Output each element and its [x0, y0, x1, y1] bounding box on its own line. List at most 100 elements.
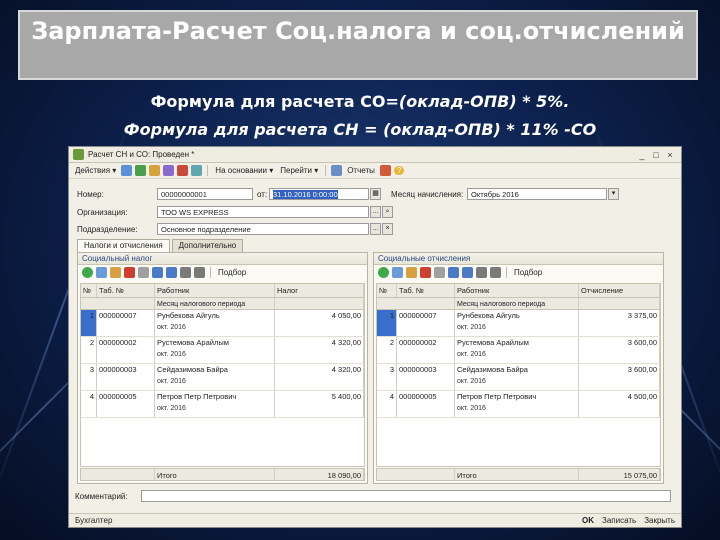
dept-row: Подразделение: Основное подразделение … …: [77, 222, 393, 236]
table-row[interactable]: 3 000000003 Сейдазимова Байра окт. 2016 …: [377, 364, 660, 391]
subheader-spacer: [579, 298, 660, 309]
save-button[interactable]: Записать: [602, 516, 636, 525]
add-row-icon[interactable]: [378, 266, 389, 278]
col-employee[interactable]: Работник: [455, 284, 579, 297]
cell-tab: 000000003: [397, 364, 455, 390]
col-tab-number[interactable]: Таб. №: [97, 284, 155, 297]
comment-label: Комментарий:: [75, 491, 128, 501]
col-employee[interactable]: Работник: [155, 284, 275, 297]
cell-contribution: 3 600,00: [579, 337, 660, 363]
minimize-button[interactable]: _: [635, 149, 649, 161]
delete-row-icon[interactable]: [124, 266, 135, 278]
maximize-button[interactable]: □: [649, 149, 663, 161]
col-number[interactable]: №: [377, 284, 397, 297]
col-tax-period: Месяц налогового периода: [155, 298, 275, 309]
cell-number: 1: [81, 310, 97, 336]
table-row[interactable]: 1 000000007 Рунбекова Айгуль окт. 2016 3…: [377, 310, 660, 337]
col-contribution[interactable]: Отчисление: [579, 284, 660, 297]
pick-button[interactable]: Подбор: [216, 268, 248, 277]
formula-co-prefix: Формула для расчета СО=: [150, 92, 399, 111]
sort-asc-icon[interactable]: [180, 266, 191, 278]
social-tax-toolbar: Подбор: [78, 265, 367, 279]
tab-taxes[interactable]: Налоги и отчисления: [77, 239, 170, 252]
close-window-button[interactable]: Закрыть: [644, 516, 675, 525]
month-field[interactable]: Октябрь 2016: [467, 188, 607, 200]
org-row: Организация: ТОО WS EXPRESS … ⌕: [77, 205, 393, 219]
org-select-button[interactable]: …: [370, 206, 381, 218]
reports-button[interactable]: Отчеты: [345, 166, 377, 175]
copy-row-icon[interactable]: [96, 266, 107, 278]
employee-month: окт. 2016: [157, 405, 186, 412]
help-button[interactable]: ?: [393, 166, 405, 175]
toolbar-separator: [506, 266, 507, 278]
cell-employee: Сейдазимова Байра окт. 2016: [155, 364, 275, 390]
subheader-spacer: [275, 298, 364, 309]
social-contrib-panel: Социальные отчисления Подбор № Таб. № Ра…: [373, 252, 664, 484]
col-number[interactable]: №: [81, 284, 97, 297]
actions-menu[interactable]: Действия ▾: [73, 166, 118, 175]
number-field[interactable]: 00000000001: [157, 188, 253, 200]
delete-row-icon[interactable]: [420, 266, 431, 278]
document-icon: [73, 149, 84, 160]
cell-tax: 4 320,00: [275, 337, 364, 363]
total-value: 15 075,00: [579, 469, 660, 480]
social-tax-table: № Таб. № Работник Налог Месяц налогового…: [80, 283, 365, 467]
sort-desc-icon[interactable]: [194, 266, 205, 278]
dept-label: Подразделение:: [77, 224, 138, 234]
journal-icon[interactable]: [163, 165, 175, 176]
col-tab-number[interactable]: Таб. №: [397, 284, 455, 297]
post-icon[interactable]: [135, 165, 147, 176]
dept-select-button[interactable]: …: [370, 223, 381, 235]
end-edit-icon[interactable]: [138, 266, 149, 278]
tab-additional[interactable]: Дополнительно: [171, 239, 244, 252]
copy-row-icon[interactable]: [392, 266, 403, 278]
move-down-icon[interactable]: [462, 266, 473, 278]
dept-clear-button[interactable]: ×: [382, 223, 393, 235]
table-row[interactable]: 4 000000005 Петров Петр Петрович окт. 20…: [377, 391, 660, 418]
end-edit-icon[interactable]: [434, 266, 445, 278]
excel-icon[interactable]: [379, 165, 391, 176]
formula-sn: Формула для расчета СН = (оклад-ОПВ) * 1…: [123, 120, 597, 139]
sort-desc-icon[interactable]: [490, 266, 501, 278]
go-menu[interactable]: Перейти ▾: [278, 166, 320, 175]
save-icon[interactable]: [121, 165, 133, 176]
table-row[interactable]: 2 000000002 Рустемова Арайлым окт. 2016 …: [377, 337, 660, 364]
move-up-icon[interactable]: [448, 266, 459, 278]
basis-menu[interactable]: На основании ▾: [213, 166, 275, 175]
cell-number: 2: [81, 337, 97, 363]
toolbar-separator: [207, 165, 209, 176]
structure-icon[interactable]: [191, 165, 203, 176]
subheader-spacer: [377, 298, 455, 309]
move-down-icon[interactable]: [166, 266, 177, 278]
table-row[interactable]: 4 000000005 Петров Петр Петрович окт. 20…: [81, 391, 364, 418]
dept-field[interactable]: Основное подразделение: [157, 223, 369, 235]
movements-icon[interactable]: [177, 165, 189, 176]
table-row[interactable]: 2 000000002 Рустемова Арайлым окт. 2016 …: [81, 337, 364, 364]
pick-button[interactable]: Подбор: [512, 268, 544, 277]
social-contrib-table: № Таб. № Работник Отчисление Месяц налог…: [376, 283, 661, 467]
document-window: Расчет СН и СО: Проведен * _ □ × Действи…: [68, 146, 682, 528]
move-up-icon[interactable]: [152, 266, 163, 278]
close-button[interactable]: ×: [663, 149, 677, 161]
cell-tab: 000000005: [97, 391, 155, 417]
calendar-button[interactable]: ▦: [370, 188, 381, 200]
sort-asc-icon[interactable]: [476, 266, 487, 278]
add-row-icon[interactable]: [82, 266, 93, 278]
comment-field[interactable]: [141, 490, 671, 502]
org-search-icon[interactable]: ⌕: [382, 206, 393, 218]
month-dropdown-button[interactable]: ▾: [608, 188, 619, 200]
employee-month: окт. 2016: [157, 378, 186, 385]
total-label: Итого: [455, 469, 579, 480]
unpost-icon[interactable]: [149, 165, 161, 176]
org-field[interactable]: ТОО WS EXPRESS: [157, 206, 369, 218]
table-subheader: Месяц налогового периода: [377, 298, 660, 310]
table-row[interactable]: 3 000000003 Сейдазимова Байра окт. 2016 …: [81, 364, 364, 391]
report-icon[interactable]: [331, 165, 343, 176]
ok-button[interactable]: OK: [582, 516, 594, 525]
cell-number: 3: [81, 364, 97, 390]
date-field[interactable]: 31.10.2016 0:00:00: [269, 188, 369, 200]
edit-row-icon[interactable]: [110, 266, 121, 278]
edit-row-icon[interactable]: [406, 266, 417, 278]
col-tax[interactable]: Налог: [275, 284, 364, 297]
table-row[interactable]: 1 000000007 Рунбекова Айгуль окт. 2016 4…: [81, 310, 364, 337]
